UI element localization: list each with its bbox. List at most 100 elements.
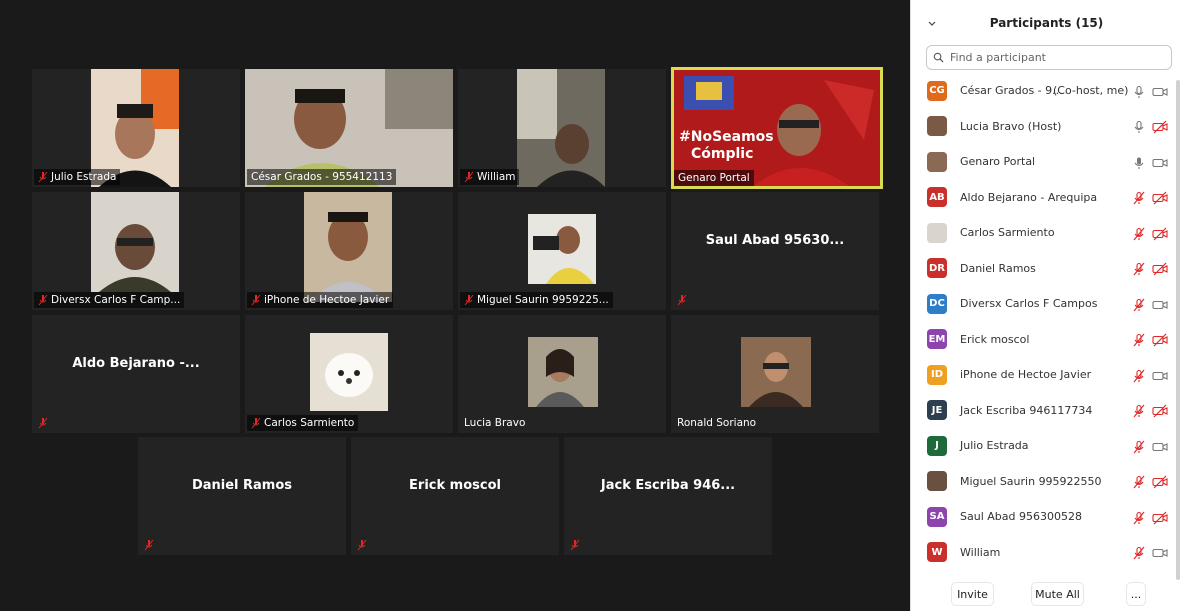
mic-muted-icon[interactable] — [1132, 261, 1146, 276]
participant-row[interactable]: SA Saul Abad 956300528 — [911, 499, 1181, 535]
mic-muted-icon — [464, 294, 474, 306]
participant-video — [91, 192, 179, 292]
mic-muted-icon[interactable] — [1132, 545, 1146, 560]
participant-initials-avatar: DR — [927, 258, 947, 279]
mic-muted-icon[interactable] — [1132, 332, 1146, 347]
video-tile[interactable]: Lucia Bravo — [458, 315, 666, 433]
participant-row[interactable]: W William — [911, 535, 1181, 571]
video-tile[interactable]: iPhone de Hectoe Javier — [245, 192, 453, 310]
participant-initials-avatar: CG — [927, 80, 947, 101]
tile-name: William — [477, 171, 516, 183]
video-tile[interactable]: César Grados - 955412113 — [245, 69, 453, 187]
mic-muted-icon[interactable] — [1132, 403, 1146, 418]
microphone-icon[interactable] — [1132, 155, 1146, 169]
microphone-icon[interactable] — [1132, 84, 1146, 98]
mic-muted-icon[interactable] — [1132, 368, 1146, 383]
participant-initials-avatar: JE — [927, 400, 947, 421]
mic-muted-icon — [144, 539, 154, 551]
video-tile[interactable]: Erick moscol — [351, 437, 559, 555]
banner-text: Cómplic — [691, 146, 754, 162]
participant-name: César Grados - 9... — [960, 84, 1063, 98]
video-camera-icon[interactable] — [1152, 155, 1168, 169]
video-tile[interactable]: Daniel Ramos — [138, 437, 346, 555]
video-tile-active-speaker[interactable]: #NoSeamos Cómplic Genaro Portal — [671, 67, 883, 189]
video-tile[interactable]: Saul Abad 95630... — [671, 192, 879, 310]
participant-initials-avatar: SA — [927, 506, 947, 527]
video-tile[interactable]: Julio Estrada — [32, 69, 240, 187]
video-camera-icon[interactable] — [1152, 368, 1168, 382]
panel-footer: Invite Mute All ... — [911, 582, 1181, 608]
mic-muted-icon[interactable] — [1132, 190, 1146, 205]
video-camera-icon[interactable] — [1152, 439, 1168, 453]
video-tile[interactable]: Carlos Sarmiento — [245, 315, 453, 433]
microphone-icon[interactable] — [1132, 119, 1146, 134]
participant-search[interactable] — [926, 45, 1172, 70]
mic-muted-icon[interactable] — [1132, 439, 1146, 454]
video-tile[interactable]: Miguel Saurin 9959225... — [458, 192, 666, 310]
mic-muted-icon — [570, 539, 580, 551]
video-off-icon[interactable] — [1152, 119, 1168, 134]
video-off-icon[interactable] — [1152, 474, 1168, 489]
video-off-icon[interactable] — [1152, 403, 1168, 418]
panel-title: Participants (15) — [989, 16, 1104, 30]
participant-row[interactable]: JE Jack Escriba 946117734 — [911, 393, 1181, 429]
mic-muted-icon — [38, 171, 48, 183]
video-tile[interactable]: Aldo Bejarano -... — [32, 315, 240, 433]
participant-row[interactable]: CG César Grados - 9... (Co-host, me) — [911, 73, 1181, 109]
video-camera-icon[interactable] — [1152, 297, 1168, 311]
video-off-icon[interactable] — [1152, 332, 1168, 347]
participant-row[interactable]: ID iPhone de Hectoe Javier — [911, 357, 1181, 393]
video-tile[interactable]: William — [458, 69, 666, 187]
participant-name: Erick moscol — [960, 332, 1030, 346]
participant-name: Carlos Sarmiento — [960, 226, 1055, 240]
video-gallery: Julio Estrada César Grados - 955412113 W… — [0, 0, 910, 611]
participant-row[interactable]: EM Erick moscol — [911, 322, 1181, 358]
participant-photo — [528, 214, 596, 284]
video-off-icon[interactable] — [1152, 510, 1168, 525]
participant-row[interactable]: AB Aldo Bejarano - Arequipa — [911, 180, 1181, 216]
tile-name: César Grados - 955412113 — [251, 171, 393, 183]
tile-name: Genaro Portal — [678, 172, 750, 184]
video-camera-icon[interactable] — [1152, 84, 1168, 98]
participant-photo — [741, 337, 811, 407]
participant-name: iPhone de Hectoe Javier — [960, 368, 1092, 382]
participant-row[interactable]: J Julio Estrada — [911, 428, 1181, 464]
video-off-icon[interactable] — [1152, 261, 1168, 276]
video-off-icon[interactable] — [1152, 226, 1168, 241]
scrollbar[interactable] — [1176, 80, 1180, 580]
participant-name: Jack Escriba 946117734 — [960, 403, 1093, 417]
participant-row[interactable]: Lucia Bravo (Host) — [911, 109, 1181, 145]
tile-name: Diversx Carlos F Camp... — [51, 294, 181, 306]
chevron-down-icon[interactable] — [927, 18, 937, 28]
participant-role: (Co-host, me) — [1053, 84, 1129, 98]
tile-name: Carlos Sarmiento — [264, 417, 355, 429]
invite-button[interactable]: Invite — [951, 582, 994, 606]
participant-name: Daniel Ramos — [960, 261, 1036, 275]
mic-muted-icon[interactable] — [1132, 297, 1146, 312]
participant-row[interactable]: Genaro Portal — [911, 144, 1181, 180]
participant-name: Saul Abad 956300528 — [960, 510, 1082, 524]
mute-all-button[interactable]: Mute All — [1031, 582, 1084, 606]
mic-muted-icon[interactable] — [1132, 474, 1146, 489]
video-tile[interactable]: Jack Escriba 946... — [564, 437, 772, 555]
video-tile[interactable]: Diversx Carlos F Camp... — [32, 192, 240, 310]
mic-muted-icon — [251, 294, 261, 306]
participant-row[interactable]: DR Daniel Ramos — [911, 251, 1181, 287]
participant-row[interactable]: Carlos Sarmiento — [911, 215, 1181, 251]
more-button[interactable]: ... — [1126, 582, 1146, 606]
participant-list: CG César Grados - 9... (Co-host, me) Lucia … — [911, 73, 1181, 570]
mic-muted-icon[interactable] — [1132, 226, 1146, 241]
video-camera-icon[interactable] — [1152, 545, 1168, 559]
mic-muted-icon — [357, 539, 367, 551]
participant-row[interactable]: DC Diversx Carlos F Campos — [911, 286, 1181, 322]
mic-muted-icon[interactable] — [1132, 510, 1146, 525]
video-tile[interactable]: Ronald Soriano — [671, 315, 879, 433]
participant-photo — [310, 333, 388, 411]
participant-photo — [528, 337, 598, 407]
participant-initials-avatar: W — [927, 542, 947, 563]
participant-row[interactable]: Miguel Saurin 995922550 — [911, 464, 1181, 500]
search-input[interactable] — [948, 50, 1162, 65]
video-off-icon[interactable] — [1152, 190, 1168, 205]
mic-muted-icon — [38, 294, 48, 306]
participants-panel: Participants (15) CG César Grados - 9...(… — [910, 0, 1181, 611]
